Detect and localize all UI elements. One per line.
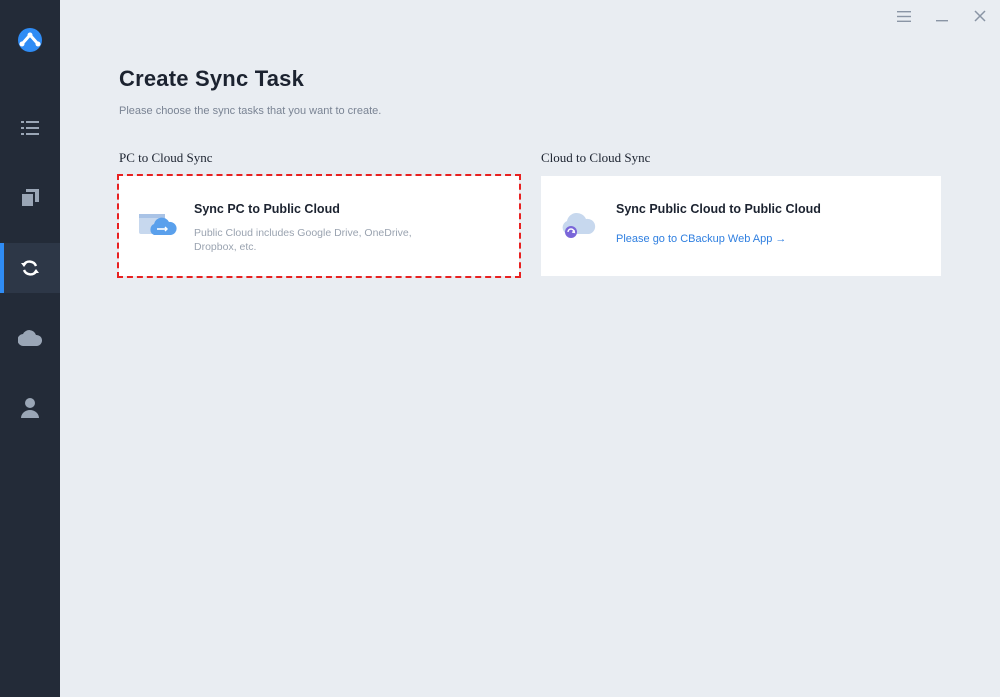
cbackup-logo-icon xyxy=(0,18,60,62)
cbackup-web-app-link[interactable]: Please go to CBackup Web App → xyxy=(616,233,786,245)
sidebar-item-tasks[interactable] xyxy=(0,103,60,153)
minimize-icon[interactable] xyxy=(932,6,952,26)
window-controls xyxy=(894,6,990,26)
sidebar-item-sync[interactable] xyxy=(0,243,60,293)
copy-icon xyxy=(21,189,39,207)
arrow-right-icon: → xyxy=(775,233,787,245)
list-icon xyxy=(21,121,39,135)
card-title: Sync Public Cloud to Public Cloud xyxy=(616,202,821,216)
page-title: Create Sync Task xyxy=(119,66,305,91)
card-description: Public Cloud includes Google Drive, OneD… xyxy=(194,227,412,253)
user-icon xyxy=(21,398,39,418)
cloud-icon xyxy=(18,330,42,346)
section-label-cloud-to-cloud: Cloud to Cloud Sync xyxy=(541,150,651,165)
link-text[interactable]: Please go to CBackup Web App xyxy=(616,233,772,245)
page-subtitle: Please choose the sync tasks that you wa… xyxy=(119,105,382,117)
sync-pc-to-cloud-card[interactable]: Sync PC to Public Cloud Public Cloud inc… xyxy=(117,174,521,278)
hamburger-menu-icon[interactable] xyxy=(894,6,914,26)
cloud-cloud-sync-icon xyxy=(559,208,599,240)
sidebar-item-account[interactable] xyxy=(0,383,60,433)
pc-cloud-sync-icon xyxy=(137,208,177,240)
sync-cloud-to-cloud-card[interactable]: Sync Public Cloud to Public Cloud Please… xyxy=(541,176,941,276)
card-title: Sync PC to Public Cloud xyxy=(194,202,340,216)
close-icon[interactable] xyxy=(970,6,990,26)
sync-icon xyxy=(21,260,39,276)
sidebar xyxy=(0,0,60,697)
sidebar-item-backup[interactable] xyxy=(0,173,60,223)
section-label-pc-to-cloud: PC to Cloud Sync xyxy=(119,150,213,165)
main-panel: Create Sync Task Please choose the sync … xyxy=(60,0,1000,697)
sidebar-item-cloud[interactable] xyxy=(0,313,60,363)
